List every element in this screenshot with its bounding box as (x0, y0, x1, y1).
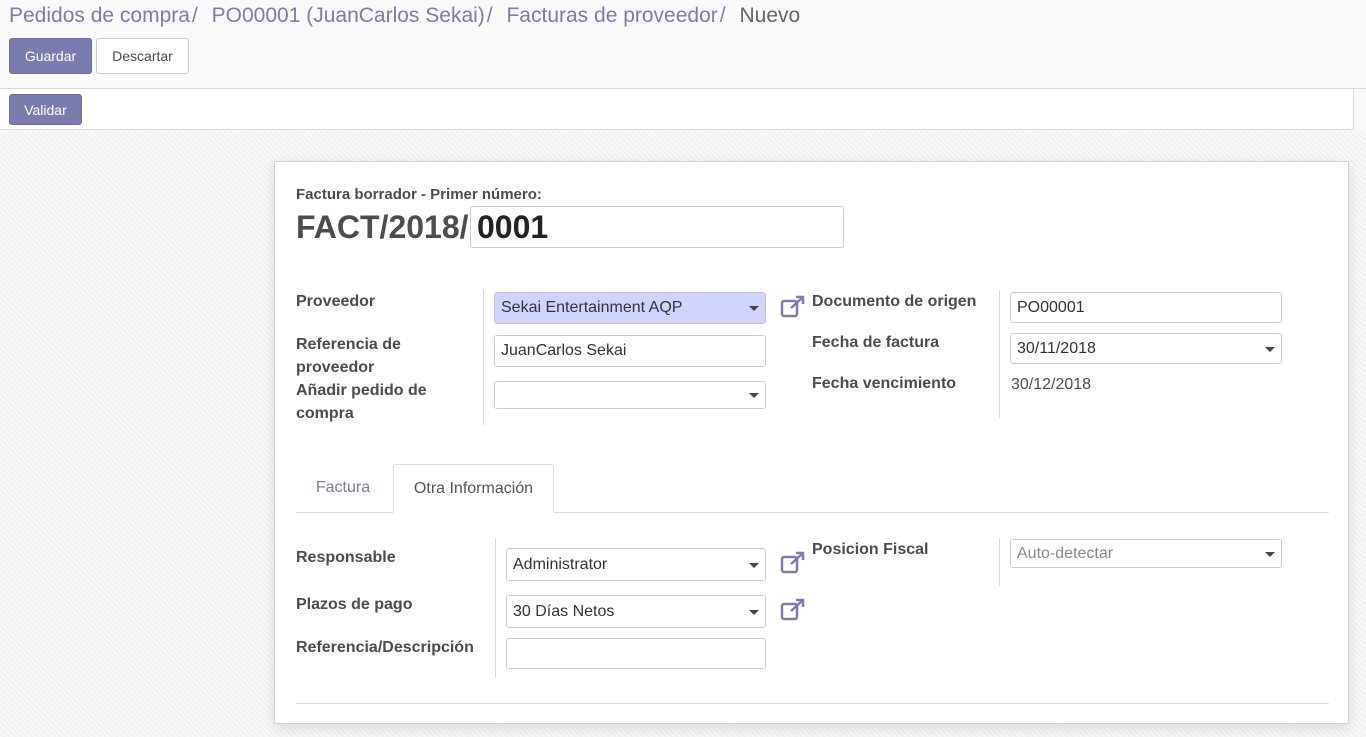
add-purchase-order-label: Añadir pedido de compra (296, 382, 427, 422)
fiscal-position-select[interactable]: Auto-detectar (1010, 539, 1282, 568)
separator-line (999, 290, 1000, 418)
due-date-label: Fecha vencimiento (812, 375, 957, 392)
invoice-date-value: 30/11/2018 (1017, 339, 1096, 357)
responsible-select[interactable]: Administrator (506, 548, 766, 581)
control-panel: Pedidos de compra/ PO00001 (JuanCarlos S… (0, 0, 1366, 89)
form-sheet: Factura borrador - Primer número: FACT/2… (274, 161, 1349, 724)
breadcrumb-separator: / (191, 4, 198, 27)
breadcrumb-item-active: Nuevo (739, 4, 801, 27)
responsible-value: Administrator (513, 555, 608, 573)
save-button[interactable]: Guardar (9, 38, 92, 74)
breadcrumb-separator: / (486, 4, 493, 27)
invoice-date-select[interactable]: 30/11/2018 (1010, 333, 1282, 364)
dropdown-caret-icon (749, 609, 759, 615)
dropdown-caret-icon (749, 562, 759, 568)
supplier-reference-label: Referencia de proveedor (296, 336, 401, 376)
bottom-divider (296, 703, 1329, 704)
supplier-reference-input[interactable]: JuanCarlos Sekai (494, 335, 766, 367)
separator-line (495, 538, 496, 678)
invoice-date-label: Fecha de factura (812, 334, 940, 351)
dropdown-caret-icon (749, 306, 759, 311)
tab-invoice[interactable]: Factura (299, 464, 387, 512)
external-link-icon[interactable] (780, 598, 806, 622)
reference-description-label: Referencia/Descripción (296, 639, 474, 656)
external-link-icon[interactable] (780, 295, 806, 319)
payment-terms-label: Plazos de pago (296, 596, 413, 613)
invoice-number-input[interactable]: 0001 (470, 206, 844, 248)
dropdown-caret-icon (1265, 551, 1275, 557)
statusbar: Validar (0, 89, 1354, 130)
supplier-label: Proveedor (296, 293, 376, 310)
separator-line (483, 290, 484, 425)
validate-button[interactable]: Validar (9, 94, 82, 125)
discard-button[interactable]: Descartar (96, 38, 189, 74)
payment-terms-select[interactable]: 30 Días Netos (506, 595, 766, 628)
breadcrumb-item-po[interactable]: PO00001 (JuanCarlos Sekai) (212, 4, 485, 27)
source-document-label: Documento de origen (812, 293, 977, 310)
external-link-icon[interactable] (780, 551, 806, 575)
fiscal-position-placeholder: Auto-detectar (1017, 544, 1114, 562)
invoice-number-prefix: FACT/2018/ (296, 209, 469, 245)
breadcrumb-item-purchase-orders[interactable]: Pedidos de compra (9, 4, 190, 27)
breadcrumb-separator: / (719, 4, 726, 27)
due-date-value: 30/12/2018 (1011, 376, 1092, 393)
add-purchase-order-select[interactable] (494, 381, 766, 409)
dropdown-caret-icon (1265, 346, 1275, 352)
invoice-title-label: Factura borrador - Primer número: (296, 186, 542, 203)
responsible-label: Responsable (296, 549, 396, 566)
supplier-select-value: Sekai Entertainment AQP (501, 299, 683, 316)
reference-description-input[interactable] (506, 638, 766, 669)
payment-terms-value: 30 Días Netos (513, 602, 615, 620)
tab-other-information[interactable]: Otra Información (393, 464, 554, 513)
breadcrumb: Pedidos de compra/ PO00001 (JuanCarlos S… (9, 3, 800, 29)
separator-line (999, 538, 1000, 586)
dropdown-caret-icon (749, 393, 759, 398)
source-document-input[interactable]: PO00001 (1010, 292, 1282, 323)
supplier-select[interactable]: Sekai Entertainment AQP (494, 292, 766, 324)
breadcrumb-item-supplier-invoices[interactable]: Facturas de proveedor (506, 4, 717, 27)
fiscal-position-label: Posicion Fiscal (812, 541, 929, 558)
